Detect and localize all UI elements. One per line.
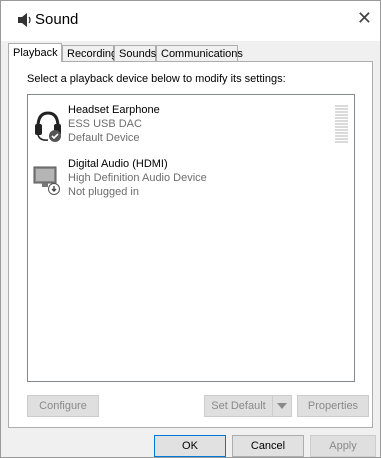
instruction-text: Select a playback device below to modify… (27, 73, 286, 85)
device-name: Headset Earphone (68, 104, 160, 116)
device-name: Digital Audio (HDMI) (68, 158, 168, 170)
playback-panel: Select a playback device below to modify… (8, 61, 373, 428)
tab-playback[interactable]: Playback (8, 43, 62, 62)
device-list[interactable]: Headset Earphone ESS USB DAC Default Dev… (27, 94, 355, 382)
tab-communications[interactable]: Communications (156, 45, 243, 61)
device-status: Default Device (68, 132, 140, 144)
speaker-icon (18, 13, 31, 27)
sound-dialog: Sound ✕ Playback Recording Sounds Commun… (0, 0, 381, 458)
cancel-button[interactable]: Cancel (232, 435, 304, 457)
title-bar: Sound ✕ (1, 1, 380, 41)
close-icon[interactable]: ✕ (357, 8, 372, 29)
configure-button[interactable]: Configure (27, 395, 99, 417)
ok-button[interactable]: OK (154, 435, 226, 457)
device-description: High Definition Audio Device (68, 172, 207, 184)
device-status: Not plugged in (68, 186, 139, 198)
monitor-icon (33, 166, 60, 195)
volume-meter (335, 105, 348, 145)
device-digital-audio-hdmi[interactable]: Digital Audio (HDMI) High Definition Aud… (28, 155, 354, 207)
headset-icon (35, 111, 61, 142)
apply-button[interactable]: Apply (310, 435, 376, 457)
device-description: ESS USB DAC (68, 118, 142, 130)
chevron-down-icon (277, 403, 287, 409)
window-title: Sound (35, 11, 79, 28)
set-default-button[interactable]: Set Default (204, 395, 272, 417)
tab-recording[interactable]: Recording (62, 45, 117, 61)
tab-sounds[interactable]: Sounds (114, 45, 156, 61)
device-headset-earphone[interactable]: Headset Earphone ESS USB DAC Default Dev… (28, 101, 354, 153)
set-default-dropdown[interactable] (272, 395, 292, 417)
properties-button[interactable]: Properties (297, 395, 369, 417)
